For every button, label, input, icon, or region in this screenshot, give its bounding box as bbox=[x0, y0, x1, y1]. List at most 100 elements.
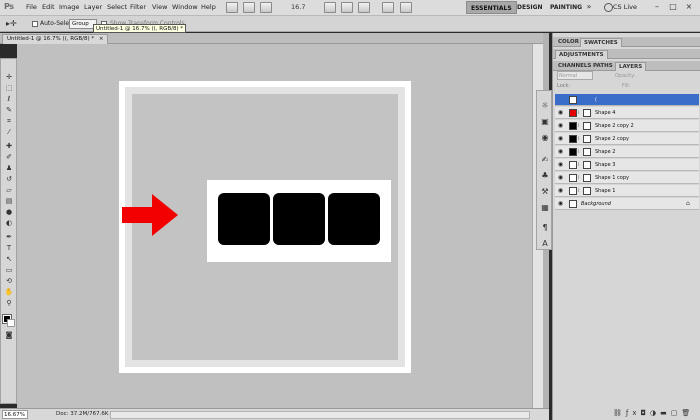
blend-mode-dropdown[interactable]: Normal bbox=[557, 71, 593, 80]
document-tab[interactable]: Untitled-1 @ 16.7% ((, RGB/8) * × bbox=[2, 34, 109, 44]
mask-link-icon[interactable]: ⁞ bbox=[578, 109, 582, 117]
tab-color[interactable]: COLOR bbox=[555, 38, 582, 47]
layer-row[interactable]: ◉ Background ⌂ bbox=[555, 198, 699, 210]
navigator-panel-icon[interactable]: ▣ bbox=[540, 117, 550, 127]
tab-channels[interactable]: CHANNELS bbox=[555, 62, 594, 71]
mask-link-icon[interactable]: ⁞ bbox=[578, 161, 582, 169]
blur-tool-icon[interactable]: ● bbox=[4, 208, 14, 217]
zoom-tool-icon[interactable] bbox=[341, 2, 353, 13]
dodge-tool-icon[interactable]: ◐ bbox=[4, 219, 14, 228]
hand-tool-icon[interactable] bbox=[324, 2, 336, 13]
visibility-eye-icon[interactable]: ◉ bbox=[557, 187, 564, 195]
menu-edit[interactable]: Edit bbox=[42, 3, 55, 11]
delete-layer-icon[interactable]: 🗑 bbox=[681, 409, 694, 417]
menu-help[interactable]: Help bbox=[201, 3, 216, 11]
screen-mode-icon[interactable] bbox=[400, 2, 412, 13]
tab-swatches[interactable]: SWATCHES bbox=[580, 38, 622, 47]
visibility-eye-icon[interactable]: ◉ bbox=[557, 148, 564, 156]
horizontal-scrollbar[interactable] bbox=[110, 411, 530, 419]
character-panel-icon[interactable]: A bbox=[540, 239, 550, 249]
workspace-design[interactable]: DESIGN bbox=[513, 1, 547, 14]
3d-rotate-tool-icon[interactable]: ⟲ bbox=[4, 277, 14, 286]
layer-row[interactable]: ◉ ⁞ Shape 1 bbox=[555, 185, 699, 197]
shape-tool-icon[interactable]: ▭ bbox=[4, 266, 14, 275]
history-panel-icon[interactable]: ☼ bbox=[540, 101, 550, 111]
actions-panel-icon[interactable]: ▦ bbox=[540, 203, 550, 213]
workspace-menu-icon[interactable]: » bbox=[584, 2, 594, 12]
zoom-field[interactable]: 16.67% bbox=[2, 410, 28, 419]
brush-tool-icon[interactable]: ✐ bbox=[4, 153, 14, 162]
paragraph-panel-icon[interactable]: ¶ bbox=[540, 223, 550, 233]
arrange-documents-icon[interactable] bbox=[382, 2, 394, 13]
menu-window[interactable]: Window bbox=[172, 3, 198, 11]
menu-layer[interactable]: Layer bbox=[84, 3, 102, 11]
quick-select-tool-icon[interactable]: ✎ bbox=[4, 106, 14, 115]
close-icon[interactable]: × bbox=[684, 2, 694, 12]
info-panel-icon[interactable]: ◉ bbox=[540, 133, 550, 143]
visibility-eye-icon[interactable]: ◉ bbox=[557, 109, 564, 117]
bridge-icon[interactable] bbox=[226, 2, 238, 13]
link-layers-icon[interactable]: ⛓ bbox=[613, 409, 626, 417]
visibility-eye-icon[interactable]: ◉ bbox=[557, 174, 564, 182]
healing-brush-tool-icon[interactable]: ✚ bbox=[4, 142, 14, 151]
menu-view[interactable]: View bbox=[152, 3, 167, 11]
menu-filter[interactable]: Filter bbox=[130, 3, 146, 11]
add-mask-icon[interactable]: ◘ bbox=[641, 409, 651, 417]
new-layer-icon[interactable]: ▢ bbox=[671, 409, 682, 417]
document-info[interactable]: Doc: 37.2M/767.6K bbox=[56, 411, 108, 417]
clone-stamp-tool-icon[interactable]: ♟ bbox=[4, 164, 14, 173]
mask-link-icon[interactable]: ⁞ bbox=[578, 122, 582, 130]
workspace-essentials[interactable]: ESSENTIALS bbox=[466, 1, 517, 14]
auto-select-checkbox[interactable] bbox=[32, 21, 38, 27]
eyedropper-tool-icon[interactable]: ⁄ bbox=[4, 128, 14, 137]
tab-layers[interactable]: LAYERS bbox=[615, 62, 647, 71]
layer-row[interactable]: ◉ ⁞ Shape 2 copy 2 bbox=[555, 120, 699, 132]
zoom-level[interactable]: 16.7 bbox=[291, 3, 305, 11]
layer-row[interactable]: ◉ ⁞ Shape 3 bbox=[555, 159, 699, 171]
cs-live-button[interactable]: CS Live bbox=[613, 3, 637, 11]
eraser-tool-icon[interactable]: ▱ bbox=[4, 186, 14, 195]
visibility-eye-icon[interactable]: ◉ bbox=[557, 135, 564, 143]
tool-presets-panel-icon[interactable]: ⚒ bbox=[540, 187, 550, 197]
mask-link-icon[interactable]: ⁞ bbox=[578, 148, 582, 156]
close-tab-icon[interactable]: × bbox=[99, 36, 104, 42]
layer-row[interactable]: ◉ ⁞ Shape 2 bbox=[555, 146, 699, 158]
lasso-tool-icon[interactable]: ℓ bbox=[4, 95, 14, 104]
brush-panel-icon[interactable]: ✍ bbox=[540, 155, 550, 165]
marquee-tool-icon[interactable]: ⬚ bbox=[4, 84, 14, 93]
move-tool-preset-icon[interactable]: ▸✛ bbox=[6, 19, 17, 28]
layer-row[interactable]: ◉ ⁞ Shape 2 copy bbox=[555, 133, 699, 145]
visibility-eye-icon[interactable]: ◉ bbox=[557, 161, 564, 169]
rotate-view-icon[interactable] bbox=[358, 2, 370, 13]
hand-tool-icon[interactable]: ✋ bbox=[4, 288, 14, 297]
menu-image[interactable]: Image bbox=[59, 3, 79, 11]
gradient-tool-icon[interactable]: ▤ bbox=[4, 197, 14, 206]
maximize-icon[interactable]: □ bbox=[668, 2, 678, 12]
tab-paths[interactable]: PATHS bbox=[590, 62, 616, 71]
tab-adjustments[interactable]: ADJUSTMENTS bbox=[555, 50, 608, 59]
visibility-eye-icon[interactable]: ◉ bbox=[557, 200, 564, 208]
visibility-eye-icon[interactable]: ◉ bbox=[557, 122, 564, 130]
path-select-tool-icon[interactable]: ↖ bbox=[4, 255, 14, 264]
move-tool-icon[interactable]: ✛ bbox=[4, 73, 14, 82]
extras-icon[interactable] bbox=[260, 2, 272, 13]
type-tool-icon[interactable]: T bbox=[4, 244, 14, 253]
mini-bridge-icon[interactable] bbox=[243, 2, 255, 13]
adjustment-layer-icon[interactable]: ◑ bbox=[650, 409, 660, 417]
layer-style-icon[interactable]: ƒx bbox=[626, 409, 641, 417]
zoom-tool-icon[interactable]: ⚲ bbox=[4, 299, 14, 308]
history-brush-tool-icon[interactable]: ↺ bbox=[4, 175, 14, 184]
pen-tool-icon[interactable]: ✒ bbox=[4, 233, 14, 242]
layer-row[interactable]: ◉ ⁞ Shape 1 copy bbox=[555, 172, 699, 184]
workspace-painting[interactable]: PAINTING bbox=[546, 1, 586, 14]
menu-select[interactable]: Select bbox=[107, 3, 127, 11]
quick-mask-icon[interactable]: ◙ bbox=[4, 331, 14, 340]
minimize-icon[interactable]: – bbox=[652, 2, 662, 12]
mask-link-icon[interactable]: ⁞ bbox=[578, 174, 582, 182]
mask-link-icon[interactable]: ⁞ bbox=[578, 135, 582, 143]
mask-link-icon[interactable]: ⁞ bbox=[578, 187, 582, 195]
layer-row[interactable]: ◉ ⁞ Shape 4 bbox=[555, 107, 699, 119]
crop-tool-icon[interactable]: ⌗ bbox=[4, 117, 14, 126]
background-color-swatch[interactable] bbox=[7, 319, 15, 327]
menu-file[interactable]: File bbox=[26, 3, 37, 11]
